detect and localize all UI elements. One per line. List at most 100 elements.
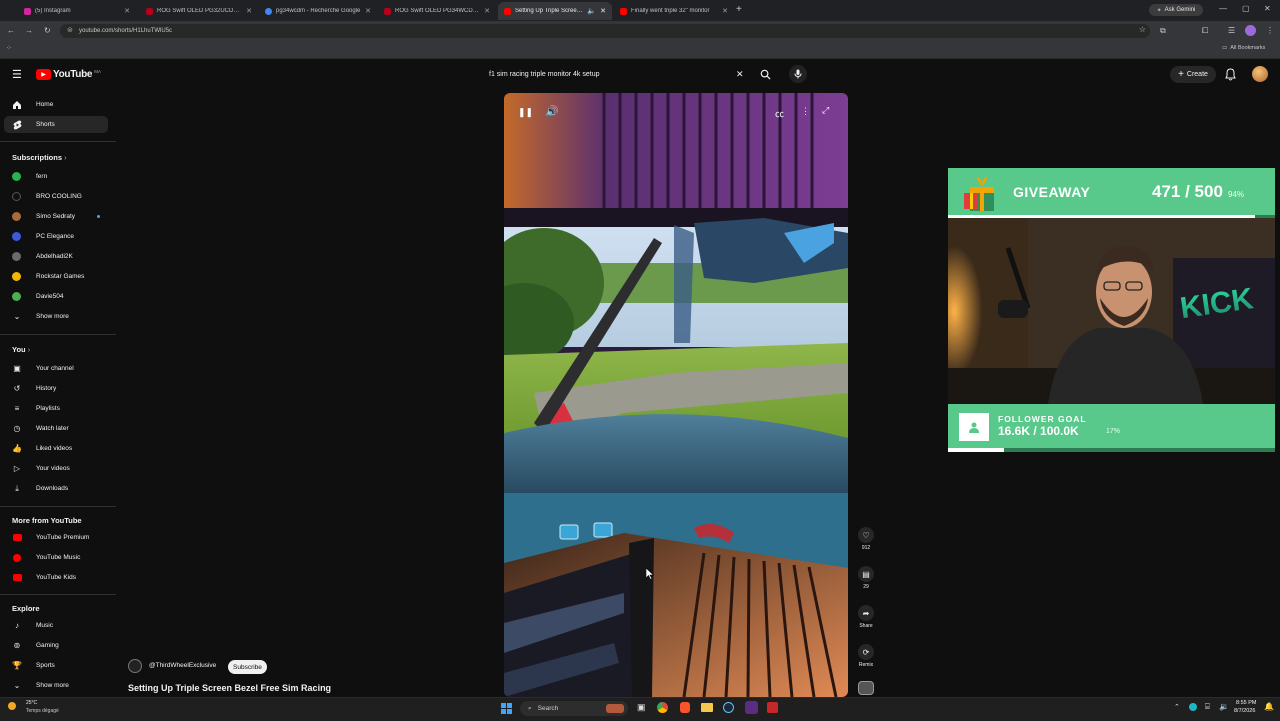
like-button[interactable]: ♡ 912 [856,527,876,551]
channel-avatar[interactable] [128,659,142,673]
short-title[interactable]: Setting Up Triple Screen Bezel Free Sim … [128,683,331,693]
short-video-player[interactable]: ❚❚ 🔊 ㏄ ⋮ ⤢ [504,93,848,697]
sidebar-item-subscription[interactable]: PC Elegance [4,228,108,245]
sidebar-item-playlists[interactable]: ≡ Playlists [4,400,108,417]
sidebar-item-your-videos[interactable]: ▷ Your videos [4,460,108,477]
tray-app-icon[interactable] [1189,703,1197,711]
brave-icon[interactable] [680,702,690,713]
fullscreen-button[interactable]: ⤢ [822,105,829,116]
address-bar[interactable]: ⊜ youtube.com/shorts/H1LhuTWlU5c ☆ [60,24,1150,38]
sidebar-item-subscription[interactable]: Abdelhadi2K [4,248,108,265]
subscribe-button[interactable]: Subscribe [228,660,267,674]
browser-tab[interactable]: ROG Swift OLED PG34WCDM | ✕ [378,2,496,20]
sidebar-item-youtube-premium[interactable]: YouTube Premium [4,529,108,546]
browser-tab[interactable]: ROG Swift OLED PG32UCDM3 | ✕ [140,2,258,20]
bookmark-star-icon[interactable]: ☆ [1139,25,1146,34]
app-icon-purple[interactable] [745,701,758,714]
volume-button[interactable]: 🔊 [545,105,559,118]
steam-icon[interactable] [723,702,734,713]
sidebar-item-shorts[interactable]: Shorts [4,116,108,133]
side-panel-icon[interactable]: ☰ [1228,26,1235,35]
sidebar-item-subscription[interactable]: Davie504 [4,288,108,305]
weather-sun-icon[interactable] [8,702,16,710]
site-info-icon[interactable]: ⊜ [67,26,73,34]
pause-button[interactable]: ❚❚ [518,107,533,118]
close-window-icon[interactable]: ✕ [1264,4,1271,13]
sidebar-item-liked-videos[interactable]: 👍 Liked videos [4,440,108,457]
subscriptions-heading[interactable]: Subscriptions › [12,153,67,162]
close-icon[interactable]: ✕ [722,7,728,15]
sound-thumbnail[interactable] [858,681,874,695]
tray-chevron-icon[interactable]: ⌃ [1174,703,1180,711]
browser-tab[interactable]: pg34wcdm - Recherche Google ✕ [259,2,377,20]
captions-button[interactable]: ㏄ [775,107,784,120]
sidebar-item-subscription[interactable]: Simo Sedraty [4,208,108,225]
app-icon-red[interactable] [767,702,778,713]
sidebar-item-youtube-kids[interactable]: YouTube Kids [4,569,108,586]
search-box[interactable]: f1 sim racing triple monitor 4k setup ✕ [482,65,752,84]
sidebar-item-home[interactable]: Home [4,96,108,113]
clock-time[interactable]: 8:55 PM [1236,700,1256,706]
maximize-icon[interactable]: ▢ [1242,4,1250,13]
channel-handle[interactable]: @ThirdWheelExclusive [149,662,216,669]
profile-avatar[interactable] [1245,25,1256,36]
task-view-icon[interactable]: ▣ [637,702,646,713]
taskbar-search-box[interactable]: ⌕ Search [520,701,628,716]
network-icon[interactable]: ⌸ [1205,702,1210,712]
weather-temperature[interactable]: 25°C [26,700,37,706]
more-options-button[interactable]: ⋮ [801,106,810,117]
sidebar-item-subscription[interactable]: BRO COOLING [4,188,108,205]
speaker-icon[interactable]: 🔈 [587,7,596,15]
youtube-logo[interactable]: ▶ YouTube MA [36,69,101,80]
clock-date[interactable]: 8/7/2026 [1234,708,1255,714]
close-icon[interactable]: ✕ [124,7,130,15]
close-icon[interactable]: ✕ [484,7,490,15]
minimize-icon[interactable]: — [1219,4,1227,13]
install-icon[interactable]: ⧉ [1160,26,1166,36]
voice-search-button[interactable] [789,65,807,83]
reload-icon[interactable]: ↻ [44,26,51,35]
you-heading[interactable]: You › [12,345,30,354]
sidebar-item-subscription[interactable]: fern [4,168,108,185]
sidebar-item-music[interactable]: ♪ Music [4,617,108,634]
all-bookmarks-button[interactable]: ▭ All Bookmarks [1222,45,1265,51]
sidebar-item-subscription[interactable]: Rockstar Games [4,268,108,285]
sidebar-item-your-channel[interactable]: ▣ Your channel [4,360,108,377]
sidebar-item-gaming[interactable]: ⊚ Gaming [4,637,108,654]
sidebar-item-history[interactable]: ↺ History [4,380,108,397]
back-icon[interactable]: ← [7,26,15,35]
chrome-icon[interactable] [657,702,668,713]
explore-show-more-button[interactable]: ⌄ Show more [4,677,108,694]
file-explorer-icon[interactable] [701,703,713,712]
close-icon[interactable]: ✕ [365,7,371,15]
volume-icon[interactable]: 🔉 [1219,702,1229,711]
search-button[interactable] [755,66,775,82]
create-button[interactable]: + Create [1170,66,1216,83]
browser-tab[interactable]: (5) Instagram ✕ [18,2,136,20]
comments-button[interactable]: ▤ 29 [856,566,876,590]
notifications-bell-icon[interactable] [1225,68,1236,81]
sidebar-item-sports[interactable]: 🏆 Sports [4,657,108,674]
sidebar-item-downloads[interactable]: ⤓ Downloads [4,480,108,497]
share-button[interactable]: ➦ Share [856,605,876,629]
sidebar-item-watch-later[interactable]: ◷ Watch later [4,420,108,437]
extensions-icon[interactable]: ⧠ [1202,26,1208,36]
apps-grid-icon[interactable]: ⁘ [6,44,12,52]
remix-button[interactable]: ⟳ Remix [856,644,876,668]
notification-bell-icon[interactable]: 🔔 [1264,702,1274,711]
close-icon[interactable]: ✕ [246,7,252,15]
hamburger-menu-icon[interactable]: ☰ [12,68,22,81]
forward-icon[interactable]: → [25,26,33,35]
new-tab-button[interactable]: + [736,4,742,15]
sidebar-item-youtube-music[interactable]: YouTube Music [4,549,108,566]
browser-tab[interactable]: Finally went triple 32" monitor ✕ [614,2,734,20]
menu-dots-icon[interactable]: ⋮ [1266,26,1274,35]
account-avatar[interactable] [1252,66,1268,82]
close-icon[interactable]: ✕ [600,7,606,15]
search-input[interactable]: f1 sim racing triple monitor 4k setup [489,71,600,78]
browser-tab-active[interactable]: Setting Up Triple Screen Be 🔈 ✕ [498,2,612,20]
show-more-button[interactable]: ⌄ Show more [4,308,108,325]
ask-gemini-button[interactable]: ✦ Ask Gemini [1149,4,1203,16]
windows-start-icon[interactable] [501,703,512,714]
clear-search-icon[interactable]: ✕ [736,69,744,80]
